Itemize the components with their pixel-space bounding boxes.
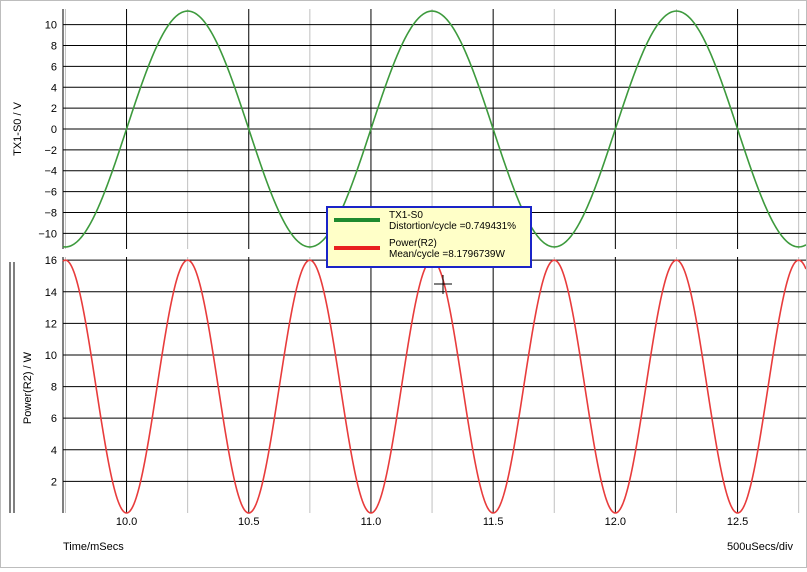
bottom-y-tick-label: 10 — [45, 350, 57, 362]
bottom-y-tick-labels: 2 4 6 8 10 12 14 16 — [45, 255, 57, 488]
x-tick-label: 12.5 — [727, 516, 748, 528]
x-tick-label: 10.5 — [238, 516, 259, 528]
top-y-tick-label: 4 — [51, 82, 57, 94]
top-y-tick-labels: −10 −8 −6 −4 −2 0 2 4 6 8 10 — [38, 20, 57, 241]
x-tick-labels: 10.0 10.5 11.0 11.5 12.0 12.5 — [116, 516, 748, 528]
graph-window: −10 −8 −6 −4 −2 0 2 4 6 8 10 TX1-S0 / V 2 4 6 8 10 12 14… — [0, 0, 807, 568]
legend-swatch-power-r2 — [334, 246, 380, 250]
bottom-y-tick-label: 8 — [51, 382, 57, 394]
bottom-y-tick-label: 14 — [45, 287, 57, 299]
top-y-tick-label: −4 — [44, 166, 57, 178]
bottom-grid — [63, 257, 806, 513]
top-y-tick-label: 2 — [51, 103, 57, 115]
legend-swatch-tx1-s0 — [334, 218, 380, 222]
bottom-y-tick-label: 12 — [45, 318, 57, 330]
x-axis-label: Time/mSecs — [63, 541, 124, 553]
top-y-tick-label: −8 — [44, 207, 57, 219]
x-tick-label: 12.0 — [605, 516, 626, 528]
top-y-tick-label: −2 — [44, 145, 57, 157]
x-scale-note: 500uSecs/div — [727, 541, 794, 553]
top-y-tick-label: 6 — [51, 61, 57, 73]
top-y-tick-label: −6 — [44, 187, 57, 199]
legend-box[interactable]: TX1-S0 Distortion/cycle =0.749431% Power… — [326, 206, 532, 268]
top-y-tick-label: 0 — [51, 124, 57, 136]
top-y-tick-label: −10 — [38, 228, 57, 240]
bottom-y-tick-label: 6 — [51, 413, 57, 425]
top-y-tick-label: 8 — [51, 41, 57, 53]
legend-entry-power-r2: Power(R2) Mean/cycle =8.1796739W — [332, 238, 528, 264]
bottom-y-axis-label: Power(R2) / W — [22, 351, 34, 424]
legend-name-tx1-s0: TX1-S0 — [389, 210, 423, 221]
legend-entry-tx1-s0: TX1-S0 Distortion/cycle =0.749431% — [332, 210, 528, 236]
bottom-y-tick-label: 16 — [45, 255, 57, 267]
x-tick-label: 10.0 — [116, 516, 137, 528]
legend-stat-tx1-s0: Distortion/cycle =0.749431% — [389, 221, 517, 232]
x-tick-label: 11.0 — [361, 516, 382, 528]
legend-name-power-r2: Power(R2) — [389, 238, 437, 249]
bottom-y-tick-label: 4 — [51, 445, 57, 457]
waveform-chart: −10 −8 −6 −4 −2 0 2 4 6 8 10 TX1-S0 / V 2 4 6 8 10 12 14… — [9, 9, 807, 553]
top-y-tick-label: 10 — [45, 20, 57, 32]
top-y-axis-label: TX1-S0 / V — [12, 101, 24, 155]
crosshair-cursor[interactable] — [434, 275, 452, 294]
x-tick-label: 11.5 — [483, 516, 504, 528]
legend-stat-power-r2: Mean/cycle =8.1796739W — [389, 249, 505, 260]
bottom-plot: 2 4 6 8 10 12 14 16 Power(R2) / W — [9, 255, 807, 514]
bottom-y-tick-label: 2 — [51, 476, 57, 488]
